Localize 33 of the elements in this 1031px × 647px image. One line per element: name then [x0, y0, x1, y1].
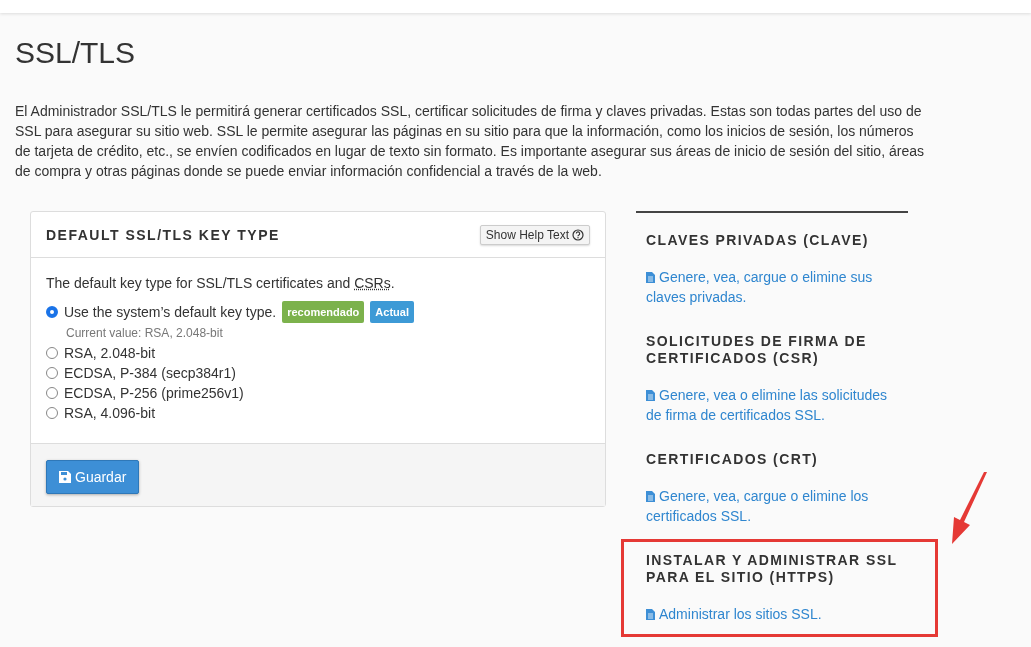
radio-button[interactable]	[46, 387, 58, 399]
show-help-button[interactable]: Show Help Text	[479, 224, 590, 245]
save-button[interactable]: Guardar	[46, 460, 140, 494]
option-label: ECDSA, P-384 (secp384r1)	[64, 364, 236, 383]
status-badge: Actual	[370, 301, 414, 323]
radio-button[interactable]	[46, 367, 58, 379]
section-heading: CLAVES PRIVADAS (CLAVE)	[646, 232, 870, 249]
document-icon	[646, 491, 655, 502]
option-label: ECDSA, P-256 (prime256v1)	[64, 384, 244, 403]
section-link[interactable]: Genere, vea, cargue o elimine sus claves privadas.	[646, 267, 895, 307]
document-icon	[646, 390, 655, 401]
abbreviation-link[interactable]: CSRs	[354, 275, 391, 291]
section-heading: INSTALAR Y ADMINISTRAR SSL PARA EL SITIO (HTTPS)	[646, 552, 899, 586]
section-heading: SOLICITUDES DE FIRMA DE CERTIFICADOS (CSR)	[646, 333, 868, 367]
section-link[interactable]: Genere, vea, cargue o elimine los certificados SSL.	[646, 486, 895, 526]
description-text: The default key type for SSL/TLS certificates and CSRs.	[46, 274, 396, 293]
page-title: SSL/TLS	[15, 35, 137, 71]
radio-button[interactable]	[46, 306, 58, 318]
section-link[interactable]: Administrar los sitios SSL.	[646, 604, 925, 624]
radio-button[interactable]	[46, 347, 58, 359]
help-icon	[572, 228, 584, 241]
option-label: Use the system’s default key type.	[64, 303, 277, 322]
card-title: DEFAULT SSL/TLS KEY TYPE	[46, 226, 280, 243]
option-label: RSA, 4.096-bit	[64, 404, 156, 423]
radio-button[interactable]	[46, 407, 58, 419]
current-value-note: Current value: RSA, 2.048-bit	[65, 325, 224, 342]
document-icon	[646, 609, 655, 620]
section-heading: CERTIFICADOS (CRT)	[646, 451, 820, 468]
option-label: RSA, 2.048-bit	[64, 344, 156, 363]
section-link[interactable]: Genere, vea o elimine las solicitudes de firma de certificados SSL.	[646, 385, 895, 425]
document-icon	[646, 272, 655, 283]
intro-paragraph: El Administrador SSL/TLS le permitirá generar certificados SSL, certificar solicitudes de firma y claves privadas. Estas son todas partes del uso de SSL para asegurar su sitio web. SSL le permite asegurar las páginas en su sitio para que la información, como los inicios de sesión, los números de tarjeta de crédito, etc., se envíen codificados en lugar de texto sin formato. Es importante asegurar sus áreas de inicio de sesión del sitio, áreas de compra y otras páginas donde se puede enviar información confidencial a través de la web.	[15, 102, 925, 181]
status-badge: recomendado	[282, 301, 365, 323]
